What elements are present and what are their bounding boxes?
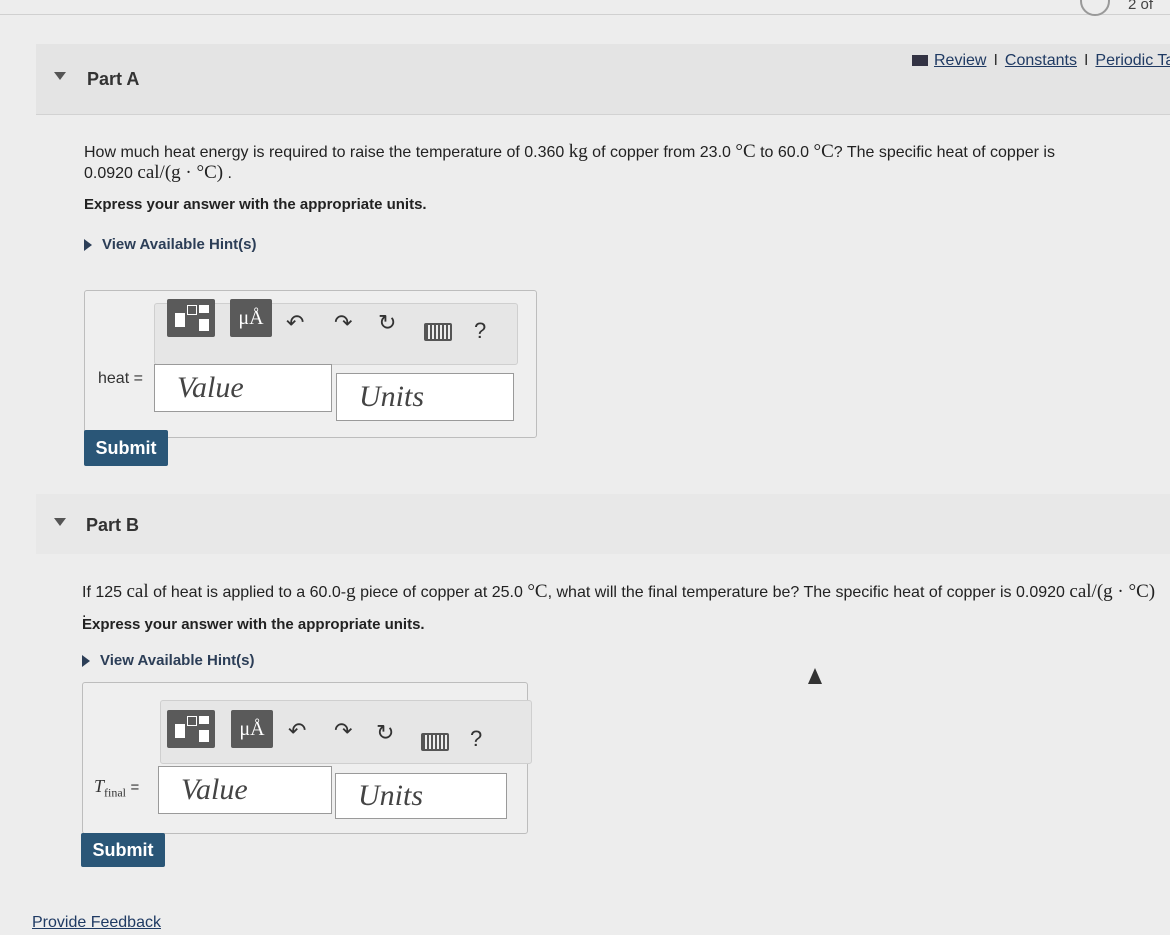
reset-icon[interactable]: ↻ [378,310,396,336]
templates-button[interactable] [167,710,215,748]
part-b-header[interactable] [36,494,1170,554]
part-a-question: How much heat energy is required to rais… [84,141,1055,183]
periodic-table-link[interactable]: Periodic Ta [1095,52,1170,69]
collapse-part-b-icon[interactable] [54,518,66,526]
mouse-cursor-icon [808,668,822,684]
review-link[interactable]: Review [934,52,986,69]
book-icon [912,55,928,67]
expand-hint-icon [82,655,90,668]
reset-icon[interactable]: ↻ [376,720,394,746]
undo-icon[interactable]: ↶ [288,718,306,744]
units-symbol-button[interactable]: μÅ [231,710,273,748]
redo-icon[interactable]: ↷ [334,310,352,336]
expand-hint-icon [84,239,92,252]
templates-button[interactable] [167,299,215,337]
constants-link[interactable]: Constants [1005,52,1077,69]
units-symbol-button[interactable]: μÅ [230,299,272,337]
part-a-hint-toggle[interactable]: View Available Hint(s) [84,236,257,253]
help-icon[interactable]: ? [470,726,482,752]
pager-count: 2 of [1128,0,1154,13]
heat-label: heat = [98,370,143,387]
provide-feedback-link[interactable]: Provide Feedback [32,914,161,932]
part-b-hint-toggle[interactable]: View Available Hint(s) [82,652,255,669]
help-icon[interactable]: ? [474,318,486,344]
keyboard-icon[interactable] [421,733,449,751]
top-divider [0,14,1170,15]
part-b-title: Part B [86,515,140,535]
part-b-instruction: Express your answer with the appropriate… [82,616,425,633]
part-a-submit-button[interactable]: Submit [84,430,168,466]
t-final-label: Tfinal = [94,776,140,800]
redo-icon[interactable]: ↷ [334,718,352,744]
collapse-part-a-icon[interactable] [54,72,66,80]
part-b-submit-button[interactable]: Submit [81,833,165,867]
keyboard-icon[interactable] [424,323,452,341]
part-a-title: Part A [87,69,140,89]
part-b-units-input[interactable]: Units [335,773,507,819]
part-a-value-input[interactable]: Value [154,364,332,412]
undo-icon[interactable]: ↶ [286,310,304,336]
part-a-units-input[interactable]: Units [336,373,514,421]
part-b-value-input[interactable]: Value [158,766,332,814]
resource-links: Review I Constants I Periodic Ta [912,52,1170,70]
part-a-instruction: Express your answer with the appropriate… [84,196,427,213]
